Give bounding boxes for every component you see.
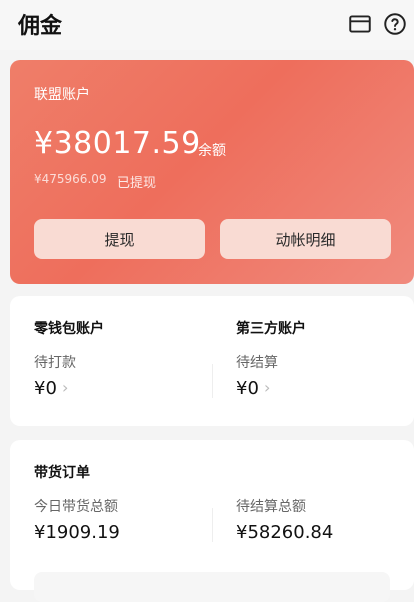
chevron-right-icon[interactable]: › [264, 378, 270, 397]
balance-label: 余额 [198, 143, 226, 159]
today-sales-value: ¥1909.19 [34, 522, 120, 543]
withdrawn-label: 已提现 [117, 176, 157, 191]
alliance-account-card: 联盟账户 ¥38017.59 余额 ¥475966.09 已提现 提现 动帐明细 [10, 60, 414, 284]
transaction-detail-button[interactable]: 动帐明细 [220, 219, 391, 259]
pending-payout-label: 待打款 [34, 355, 76, 371]
app-header: 佣金 [0, 0, 414, 50]
orders-subcard [34, 572, 390, 602]
balance-amount: ¥38017.59 [34, 126, 201, 161]
withdraw-button[interactable]: 提现 [34, 219, 205, 259]
today-sales-label: 今日带货总额 [34, 499, 118, 515]
wallet-panel: 零钱包账户 待打款 ¥0 › 第三方账户 待结算 ¥0 › [10, 296, 414, 426]
pending-settlement-label: 待结算 [236, 355, 278, 371]
pending-payout-value[interactable]: ¥0 [34, 378, 57, 399]
third-party-account-title: 第三方账户 [236, 321, 306, 337]
orders-title: 带货订单 [34, 465, 90, 481]
account-label: 联盟账户 [34, 87, 90, 103]
orders-panel: 带货订单 今日带货总额 ¥1909.19 待结算总额 ¥58260.84 [10, 440, 414, 602]
wallet-account-title: 零钱包账户 [34, 321, 104, 337]
pending-settlement-value[interactable]: ¥0 [236, 378, 259, 399]
chevron-right-icon[interactable]: › [62, 378, 68, 397]
page-title: 佣金 [18, 14, 63, 39]
settlement-total-label: 待结算总额 [236, 499, 306, 515]
column-divider [212, 364, 213, 398]
card-icon[interactable] [347, 11, 373, 37]
withdrawn-amount: ¥475966.09 [34, 172, 107, 186]
column-divider [212, 508, 213, 542]
settlement-total-value: ¥58260.84 [236, 522, 334, 543]
help-icon[interactable] [382, 11, 408, 37]
